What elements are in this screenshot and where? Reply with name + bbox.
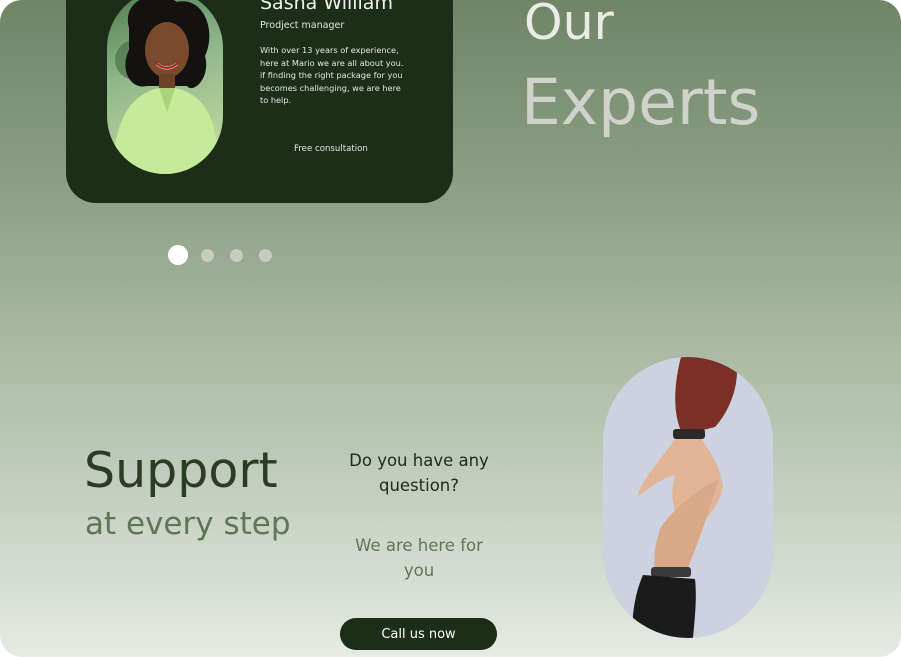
tagline-text: We are here for you [355, 536, 483, 580]
headline-line2: Experts [521, 66, 761, 139]
support-subtitle: at every step [85, 506, 291, 542]
carousel-dot-3[interactable] [230, 248, 243, 262]
expert-role: Prodject manager [260, 20, 345, 31]
expert-bio: With over 13 years of experience, here a… [260, 45, 404, 105]
carousel-dot-1[interactable] [168, 245, 188, 265]
carousel-dots [168, 245, 288, 265]
person-portrait-icon [107, 0, 223, 174]
expert-card: Sasha William Prodject manager With over… [66, 0, 453, 203]
headline-line1: Our [524, 0, 614, 51]
expert-name: Sasha William [260, 0, 393, 14]
carousel-dot-4[interactable] [259, 248, 272, 262]
carousel-dot-2[interactable] [201, 248, 214, 262]
experts-page: Sasha William Prodject manager With over… [0, 0, 901, 657]
question-text: Do you have any question? [349, 451, 489, 495]
helping-hands-icon [603, 357, 773, 638]
call-us-button[interactable]: Call us now [340, 618, 497, 650]
free-consultation-link[interactable]: Free consultation [294, 144, 368, 154]
support-title: Support [84, 442, 278, 499]
